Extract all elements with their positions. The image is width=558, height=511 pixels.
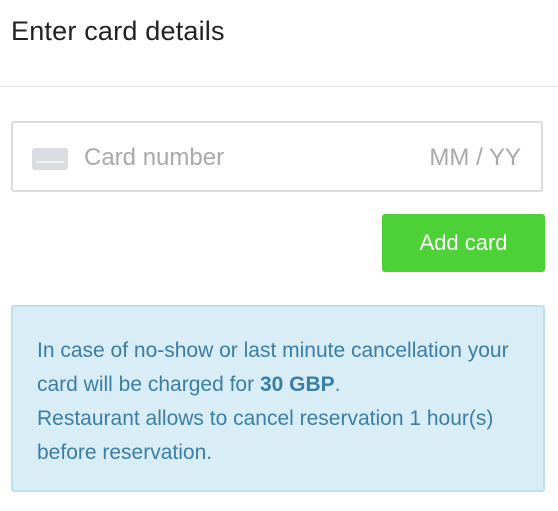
card-details-page: Enter card details Add card In case of n…: [0, 0, 558, 511]
add-card-button[interactable]: Add card: [382, 214, 545, 272]
card-number-input[interactable]: [84, 143, 344, 173]
card-input-group[interactable]: [11, 121, 543, 192]
credit-card-icon: [32, 148, 68, 170]
cancellation-notice: In case of no-show or last minute cancel…: [11, 305, 545, 492]
charge-amount: 30 GBP: [259, 373, 335, 396]
page-title: Enter card details: [11, 16, 225, 46]
notice-charge-suffix: .: [334, 373, 341, 396]
notice-cancel-policy: Restaurant allows to cancel reservation …: [37, 407, 494, 464]
expiry-date-input[interactable]: [401, 143, 521, 173]
card-icon-stripe: [36, 161, 64, 163]
notice-charge-text: In case of no-show or last minute cancel…: [37, 334, 519, 402]
header-divider: [0, 86, 558, 87]
